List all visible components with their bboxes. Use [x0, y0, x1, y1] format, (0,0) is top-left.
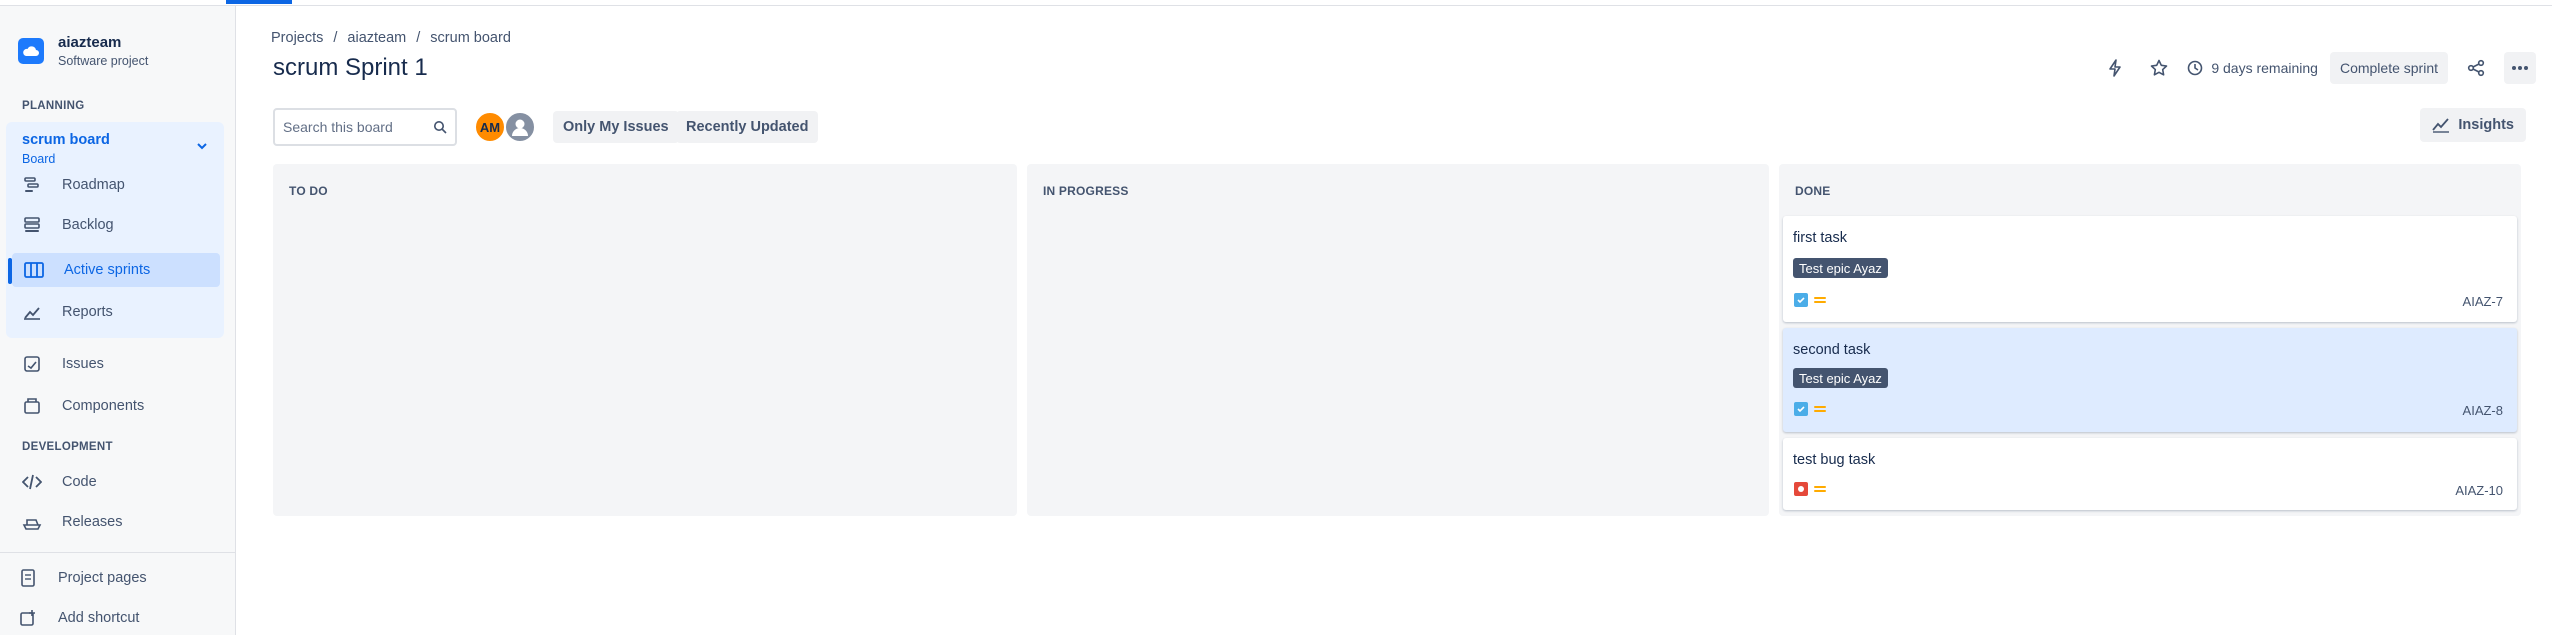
search-input[interactable] — [283, 119, 433, 135]
column-title: TO DO — [289, 184, 328, 198]
issue-card[interactable]: first task Test epic Ayaz AIAZ-7 — [1783, 216, 2517, 322]
breadcrumb: Projects / aiazteam / scrum board — [271, 30, 511, 46]
only-my-issues-button[interactable]: Only My Issues — [553, 111, 679, 143]
pages-icon — [18, 568, 38, 588]
sidebar-item-roadmap[interactable]: Roadmap — [22, 168, 222, 202]
priority-medium-icon — [1814, 486, 1826, 492]
priority-medium-icon — [1814, 297, 1826, 303]
sidebar-item-project-pages[interactable]: Project pages — [18, 561, 218, 595]
breadcrumb-separator: / — [416, 30, 421, 46]
automation-button[interactable] — [2099, 52, 2131, 84]
epic-label: Test epic Ayaz — [1793, 368, 1888, 388]
sidebar-item-label: Code — [62, 474, 97, 490]
complete-sprint-button[interactable]: Complete sprint — [2329, 52, 2448, 84]
task-icon — [1794, 402, 1808, 416]
backlog-icon — [22, 215, 42, 235]
search-icon[interactable] — [433, 120, 447, 134]
add-shortcut-icon — [18, 608, 38, 628]
sidebar-item-label: Reports — [62, 304, 113, 320]
insights-button[interactable]: Insights — [2420, 108, 2526, 142]
sidebar-item-label: Components — [62, 398, 145, 414]
top-nav-active-indicator — [226, 0, 292, 4]
project-header[interactable]: aiazteam Software project — [18, 34, 148, 68]
remaining-text: 9 days remaining — [2211, 60, 2318, 76]
top-nav-strip — [0, 0, 2552, 6]
task-icon — [1794, 293, 1808, 307]
header-actions: 9 days remaining Complete sprint — [2099, 52, 2536, 84]
sidebar-item-backlog[interactable]: Backlog — [22, 208, 222, 242]
project-name: aiazteam — [58, 34, 122, 51]
breadcrumb-separator: / — [333, 30, 338, 46]
recently-updated-button[interactable]: Recently Updated — [676, 111, 819, 143]
board-switcher[interactable]: scrum board Board — [22, 132, 110, 166]
planning-label: PLANNING — [22, 100, 85, 112]
sidebar-item-label: Active sprints — [64, 262, 151, 278]
sidebar-item-label: Backlog — [62, 217, 114, 233]
issue-key[interactable]: AIAZ-7 — [2463, 294, 2503, 309]
sidebar-item-releases[interactable]: Releases — [22, 505, 222, 539]
board-icon — [24, 260, 44, 280]
breadcrumb-project[interactable]: aiazteam — [347, 30, 406, 46]
issue-key[interactable]: AIAZ-10 — [2455, 483, 2503, 498]
column-todo: TO DO — [273, 164, 1017, 516]
sidebar-item-label: Project pages — [58, 570, 147, 586]
share-button[interactable] — [2460, 52, 2492, 84]
project-type: Software project — [58, 54, 149, 68]
insights-icon — [2432, 118, 2450, 133]
reports-icon — [22, 302, 42, 322]
breadcrumb-projects[interactable]: Projects — [271, 30, 323, 46]
sidebar-item-label: Issues — [62, 356, 104, 372]
epic-label: Test epic Ayaz — [1793, 258, 1888, 278]
issue-key[interactable]: AIAZ-8 — [2463, 403, 2503, 418]
sidebar-item-reports[interactable]: Reports — [22, 295, 222, 329]
user-icon — [512, 119, 528, 136]
board-subtitle: Board — [22, 152, 56, 166]
more-button[interactable] — [2504, 52, 2536, 84]
roadmap-icon — [22, 175, 42, 195]
sidebar-item-active-sprints[interactable]: Active sprints — [12, 253, 220, 287]
more-icon — [2512, 66, 2528, 70]
star-button[interactable] — [2143, 52, 2175, 84]
card-title: first task — [1793, 230, 1847, 246]
star-icon — [2151, 59, 2168, 76]
components-icon — [22, 396, 42, 416]
column-done: DONE first task Test epic Ayaz AIAZ-7 se… — [1779, 164, 2521, 516]
sidebar-item-label: Roadmap — [62, 177, 125, 193]
column-in-progress: IN PROGRESS — [1027, 164, 1769, 516]
unassigned-avatar[interactable] — [504, 111, 536, 143]
breadcrumb-board[interactable]: scrum board — [430, 30, 511, 46]
sidebar-item-code[interactable]: Code — [22, 465, 222, 499]
lightning-icon — [2109, 59, 2122, 77]
search-field — [273, 108, 457, 146]
sidebar: aiazteam Software project PLANNING scrum… — [0, 6, 236, 635]
sidebar-item-label: Add shortcut — [58, 610, 140, 626]
page-title: scrum Sprint 1 — [273, 54, 428, 81]
sidebar-item-issues[interactable]: Issues — [22, 347, 222, 381]
column-title: DONE — [1795, 184, 1831, 198]
issues-icon — [22, 354, 42, 374]
sidebar-divider — [0, 552, 236, 553]
development-label: DEVELOPMENT — [22, 441, 113, 453]
sidebar-item-add-shortcut[interactable]: Add shortcut — [18, 601, 218, 635]
cloud-icon — [18, 38, 44, 64]
priority-medium-icon — [1814, 406, 1826, 412]
issue-card[interactable]: test bug task AIAZ-10 — [1783, 438, 2517, 510]
releases-icon — [22, 512, 42, 532]
avatar[interactable]: AM — [474, 111, 506, 143]
chevron-down-icon[interactable] — [196, 140, 208, 152]
bug-icon — [1794, 482, 1808, 496]
issue-card[interactable]: second task Test epic Ayaz AIAZ-8 — [1783, 328, 2517, 432]
code-icon — [22, 472, 42, 492]
sidebar-item-label: Releases — [62, 514, 123, 530]
clock-icon — [2188, 60, 2203, 76]
sidebar-item-components[interactable]: Components — [22, 389, 222, 423]
column-title: IN PROGRESS — [1043, 184, 1129, 198]
board-title: scrum board — [22, 132, 110, 148]
card-title: test bug task — [1793, 452, 1876, 468]
sprint-remaining: 9 days remaining — [2187, 60, 2318, 76]
insights-label: Insights — [2458, 117, 2514, 133]
share-icon — [2467, 59, 2485, 77]
card-title: second task — [1793, 342, 1871, 358]
